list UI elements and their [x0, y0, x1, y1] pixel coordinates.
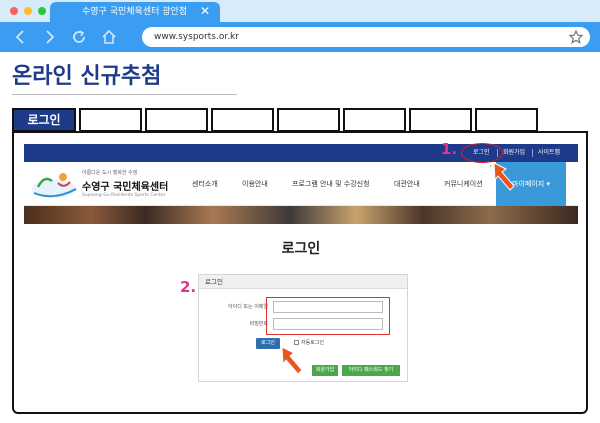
- step-tab-5: [277, 108, 340, 132]
- menu-rental[interactable]: 대관안내: [394, 179, 420, 189]
- window-maximize-dot[interactable]: [38, 7, 46, 15]
- window-minimize-dot[interactable]: [24, 7, 32, 15]
- login-panel-title: 로그인: [199, 275, 407, 289]
- center-logo-icon[interactable]: [30, 167, 78, 201]
- step-tab-3: [145, 108, 208, 132]
- forward-arrow-icon[interactable]: [40, 27, 58, 47]
- home-icon[interactable]: [100, 27, 118, 47]
- step-tab-login: 로그인: [12, 108, 76, 132]
- page-title: 온라인 신규추첨: [12, 64, 162, 89]
- logo-english-name: Suyeong-Gu Residents Sports Center: [82, 193, 166, 198]
- url-text: www.sysports.or.kr: [154, 32, 239, 42]
- menu-programs[interactable]: 프로그램 안내 및 수강신청: [292, 179, 370, 189]
- step-number-2: 2.: [180, 278, 197, 296]
- pointer-arrow-icon: [490, 160, 515, 191]
- top-sitemap-link[interactable]: 사이트맵: [538, 144, 560, 162]
- logo-name[interactable]: 수영구 국민체육센터: [82, 178, 168, 193]
- password-label: 비밀번호: [249, 321, 268, 327]
- step-tab-2: [79, 108, 142, 132]
- tab-close-icon[interactable]: ✕: [200, 2, 214, 20]
- browser-tab[interactable]: 수영구 국민체육센터 광안점: [50, 2, 220, 22]
- tab-title: 수영구 국민체육센터 광안점: [82, 7, 188, 17]
- highlight-box: [266, 297, 390, 335]
- logo-tagline: 아름다운 도시 행복한 수영: [82, 170, 138, 176]
- step-tab-8: [475, 108, 538, 132]
- step-tab-6: [343, 108, 406, 132]
- window-close-dot[interactable]: [10, 7, 18, 15]
- hero-banner: [24, 206, 578, 224]
- top-nav-divider: [532, 149, 533, 157]
- step-tab-7: [409, 108, 472, 132]
- login-heading: 로그인: [281, 241, 321, 257]
- signup-button[interactable]: 회원가입: [312, 365, 338, 376]
- id-label: 아이디 또는 이메일: [228, 304, 268, 310]
- reload-icon[interactable]: [70, 27, 88, 47]
- menu-center-intro[interactable]: 센터소개: [192, 179, 218, 189]
- find-id-password-button[interactable]: 아이디 패스워드 찾기: [342, 365, 400, 376]
- step-tab-4: [211, 108, 274, 132]
- address-bar[interactable]: www.sysports.or.kr: [142, 27, 590, 47]
- bookmark-star-icon[interactable]: [568, 28, 584, 46]
- pointer-arrow-icon: [281, 346, 303, 375]
- menu-community[interactable]: 커뮤니케이션: [444, 179, 483, 189]
- title-divider: [12, 94, 237, 95]
- back-arrow-icon[interactable]: [12, 27, 30, 47]
- menu-usage-guide[interactable]: 이용안내: [242, 179, 268, 189]
- step-number-1: 1.: [441, 140, 458, 158]
- login-button[interactable]: 로그인: [256, 338, 280, 349]
